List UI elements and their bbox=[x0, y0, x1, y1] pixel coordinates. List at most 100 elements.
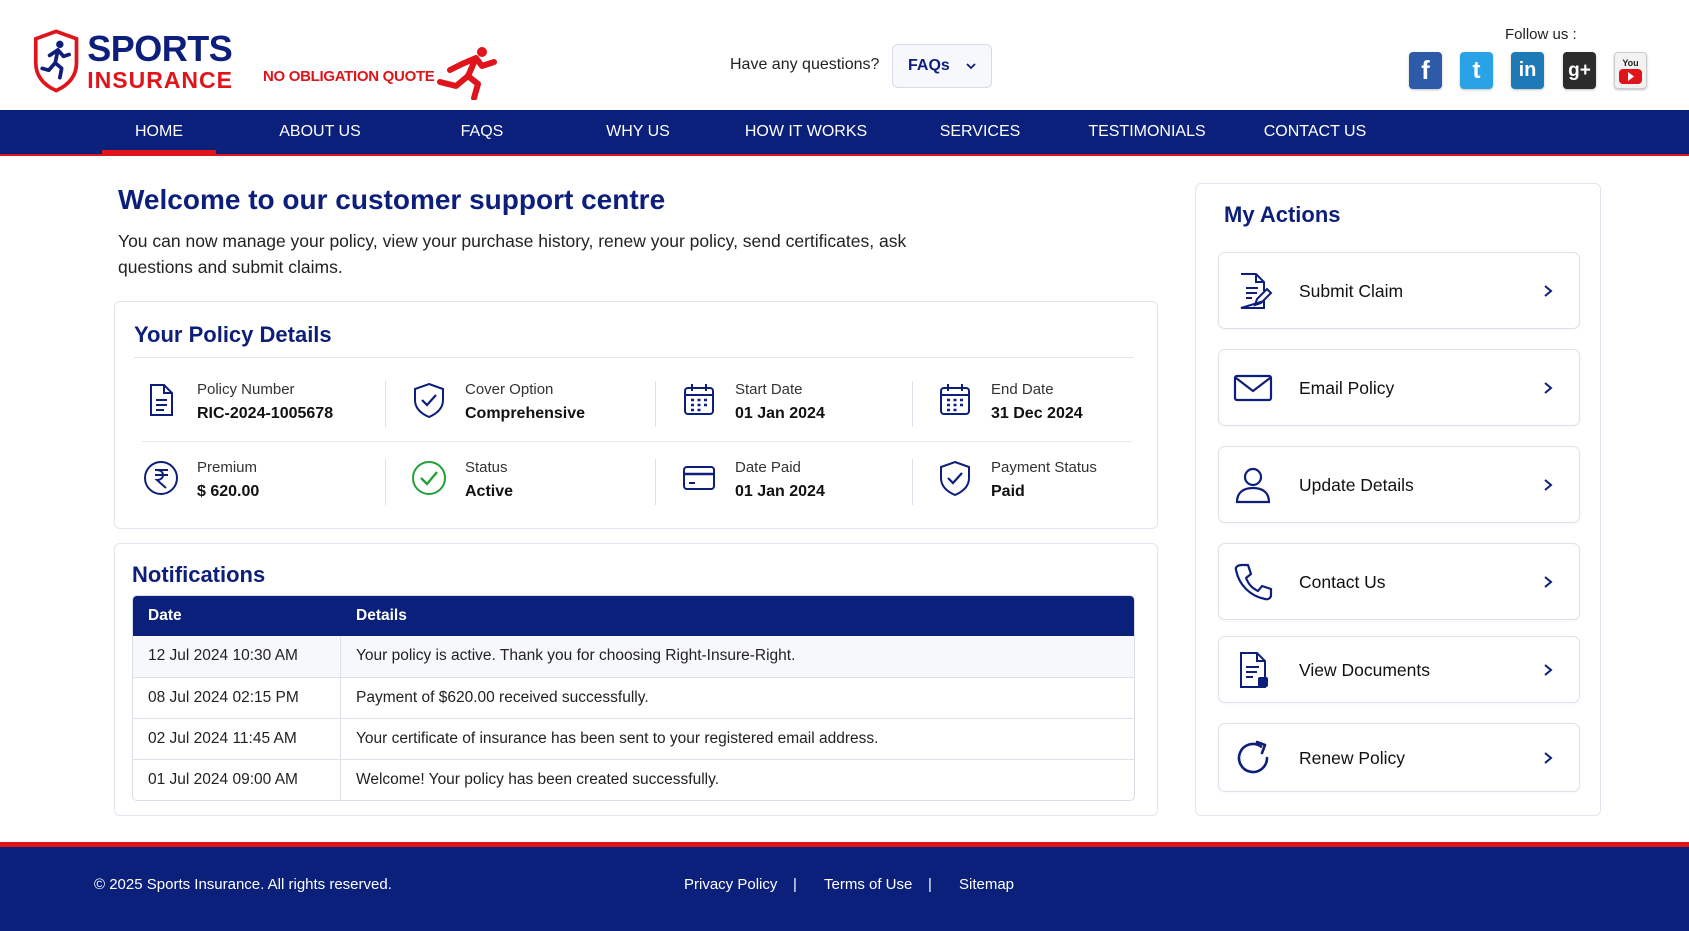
brand-name-line2: INSURANCE bbox=[87, 66, 233, 93]
column-header-details: Details bbox=[356, 607, 407, 624]
nav-item-why-us[interactable]: WHY US bbox=[603, 110, 673, 154]
end-date-label: End Date bbox=[991, 381, 1054, 398]
divider bbox=[385, 459, 386, 505]
site-header: SPORTS INSURANCE NO OBLIGATION QUOTE Hav… bbox=[0, 0, 1689, 110]
premium-label: Premium bbox=[197, 459, 258, 476]
divider bbox=[655, 459, 656, 505]
no-obligation-quote-link[interactable]: NO OBLIGATION QUOTE bbox=[263, 68, 435, 85]
footer-link-privacy-policy[interactable]: Privacy Policy bbox=[684, 876, 777, 893]
notifications-title: Notifications bbox=[132, 562, 266, 587]
runner-icon bbox=[437, 47, 497, 100]
table-row[interactable]: 12 Jul 2024 10:30 AM Your policy is acti… bbox=[133, 636, 1134, 677]
email-policy-label: Email Policy bbox=[1299, 378, 1395, 398]
page-title: Welcome to our customer support centre bbox=[118, 184, 666, 215]
copyright-text: © 2025 Sports Insurance. All rights rese… bbox=[94, 876, 392, 893]
nav-item-testimonials[interactable]: TESTIMONIALS bbox=[1086, 110, 1208, 154]
policy-details-card: Your Policy Details Policy Number RIC-20… bbox=[114, 301, 1158, 529]
divider bbox=[134, 357, 1134, 358]
table-row[interactable]: 01 Jul 2024 09:00 AM Welcome! Your polic… bbox=[133, 759, 1134, 800]
chevron-right-icon bbox=[1544, 479, 1553, 491]
policy-number-label: Policy Number bbox=[197, 381, 295, 398]
policy-details-title: Your Policy Details bbox=[134, 322, 332, 347]
main-nav: HOME ABOUT US FAQS WHY US HOW IT WORKS S… bbox=[0, 110, 1689, 156]
nav-item-services[interactable]: SERVICES bbox=[937, 110, 1023, 154]
premium-value: $ 620.00 bbox=[197, 483, 260, 500]
brand-logo[interactable]: SPORTS INSURANCE bbox=[33, 26, 233, 96]
notification-date: 01 Jul 2024 09:00 AM bbox=[133, 760, 341, 800]
email-policy-button[interactable]: Email Policy bbox=[1218, 349, 1580, 426]
claim-document-icon bbox=[1240, 273, 1273, 309]
follow-us-label: Follow us : bbox=[1505, 26, 1577, 43]
chevron-right-icon bbox=[1544, 576, 1553, 588]
nav-item-how-it-works[interactable]: HOW IT WORKS bbox=[743, 110, 869, 154]
footer-separator: | bbox=[793, 876, 797, 893]
cover-option-value: Comprehensive bbox=[465, 405, 586, 422]
table-header: Date Details bbox=[133, 596, 1134, 636]
google-plus-icon[interactable]: g+ bbox=[1563, 52, 1596, 89]
table-row[interactable]: 08 Jul 2024 02:15 PM Payment of $620.00 … bbox=[133, 677, 1134, 718]
divider bbox=[655, 381, 656, 427]
submit-claim-button[interactable]: Submit Claim bbox=[1218, 252, 1580, 329]
footer-separator: | bbox=[928, 876, 932, 893]
status-value: Active bbox=[465, 483, 514, 500]
twitter-icon[interactable]: t bbox=[1460, 52, 1493, 89]
chevron-right-icon bbox=[1544, 382, 1553, 394]
date-paid-label: Date Paid bbox=[735, 459, 801, 476]
faq-dropdown[interactable]: FAQs bbox=[892, 44, 992, 88]
start-date-value: 01 Jan 2024 bbox=[735, 405, 825, 422]
questions-label: Have any questions? bbox=[730, 56, 880, 73]
chevron-right-icon bbox=[1544, 664, 1553, 676]
rupee-icon bbox=[144, 461, 178, 495]
refresh-icon bbox=[1237, 740, 1269, 774]
update-details-label: Update Details bbox=[1299, 475, 1414, 495]
check-circle-icon bbox=[412, 461, 446, 495]
notification-details: Payment of $620.00 received successfully… bbox=[356, 689, 649, 706]
end-date-value: 31 Dec 2024 bbox=[991, 405, 1083, 422]
my-actions-title: My Actions bbox=[1224, 202, 1341, 227]
divider bbox=[912, 459, 913, 505]
footer-link-terms-of-use[interactable]: Terms of Use bbox=[824, 876, 912, 893]
documents-icon bbox=[1240, 652, 1268, 688]
facebook-icon[interactable]: f bbox=[1409, 52, 1442, 89]
nav-item-home[interactable]: HOME bbox=[102, 110, 216, 154]
my-actions-card: My Actions Submit Claim Email Policy Upd… bbox=[1195, 183, 1601, 816]
nav-item-about-us[interactable]: ABOUT US bbox=[270, 110, 370, 154]
site-footer: © 2025 Sports Insurance. All rights rese… bbox=[0, 842, 1689, 931]
column-header-date: Date bbox=[148, 607, 182, 624]
notification-date: 12 Jul 2024 10:30 AM bbox=[133, 636, 341, 677]
footer-link-sitemap[interactable]: Sitemap bbox=[959, 876, 1014, 893]
envelope-icon bbox=[1233, 374, 1273, 402]
divider bbox=[142, 441, 1132, 442]
svg-text:You: You bbox=[1622, 58, 1638, 68]
cover-option-label: Cover Option bbox=[465, 381, 554, 398]
renew-policy-button[interactable]: Renew Policy bbox=[1218, 723, 1580, 792]
submit-claim-label: Submit Claim bbox=[1299, 281, 1404, 301]
view-documents-button[interactable]: View Documents bbox=[1218, 636, 1580, 703]
policy-number-value: RIC-2024-1005678 bbox=[197, 405, 334, 422]
document-icon bbox=[150, 384, 173, 416]
card-icon bbox=[683, 466, 715, 490]
payment-status-label: Payment Status bbox=[991, 459, 1097, 476]
start-date-label: Start Date bbox=[735, 381, 803, 398]
calendar-icon bbox=[940, 384, 970, 415]
youtube-icon[interactable]: You bbox=[1614, 52, 1647, 89]
linkedin-icon[interactable]: in bbox=[1511, 52, 1544, 89]
chevron-right-icon bbox=[1544, 285, 1553, 297]
welcome-text: You can now manage your policy, view you… bbox=[118, 231, 907, 277]
nav-item-contact-us[interactable]: CONTACT US bbox=[1262, 110, 1368, 154]
table-row[interactable]: 02 Jul 2024 11:45 AM Your certificate of… bbox=[133, 718, 1134, 759]
notification-details: Welcome! Your policy has been created su… bbox=[356, 771, 720, 788]
nav-item-faqs[interactable]: FAQS bbox=[452, 110, 512, 154]
payment-status-value: Paid bbox=[991, 483, 1025, 500]
update-details-button[interactable]: Update Details bbox=[1218, 446, 1580, 523]
notification-details: Your policy is active. Thank you for cho… bbox=[356, 647, 796, 664]
chevron-right-icon bbox=[1544, 752, 1553, 764]
notification-details: Your certificate of insurance has been s… bbox=[356, 730, 879, 747]
notification-date: 02 Jul 2024 11:45 AM bbox=[133, 719, 341, 759]
date-paid-value: 01 Jan 2024 bbox=[735, 483, 825, 500]
youtube-glyph: You bbox=[1619, 58, 1642, 84]
contact-us-button[interactable]: Contact Us bbox=[1218, 543, 1580, 620]
notification-date: 08 Jul 2024 02:15 PM bbox=[133, 678, 341, 718]
notifications-card: Notifications Date Details 12 Jul 2024 1… bbox=[114, 543, 1158, 816]
divider bbox=[912, 381, 913, 427]
